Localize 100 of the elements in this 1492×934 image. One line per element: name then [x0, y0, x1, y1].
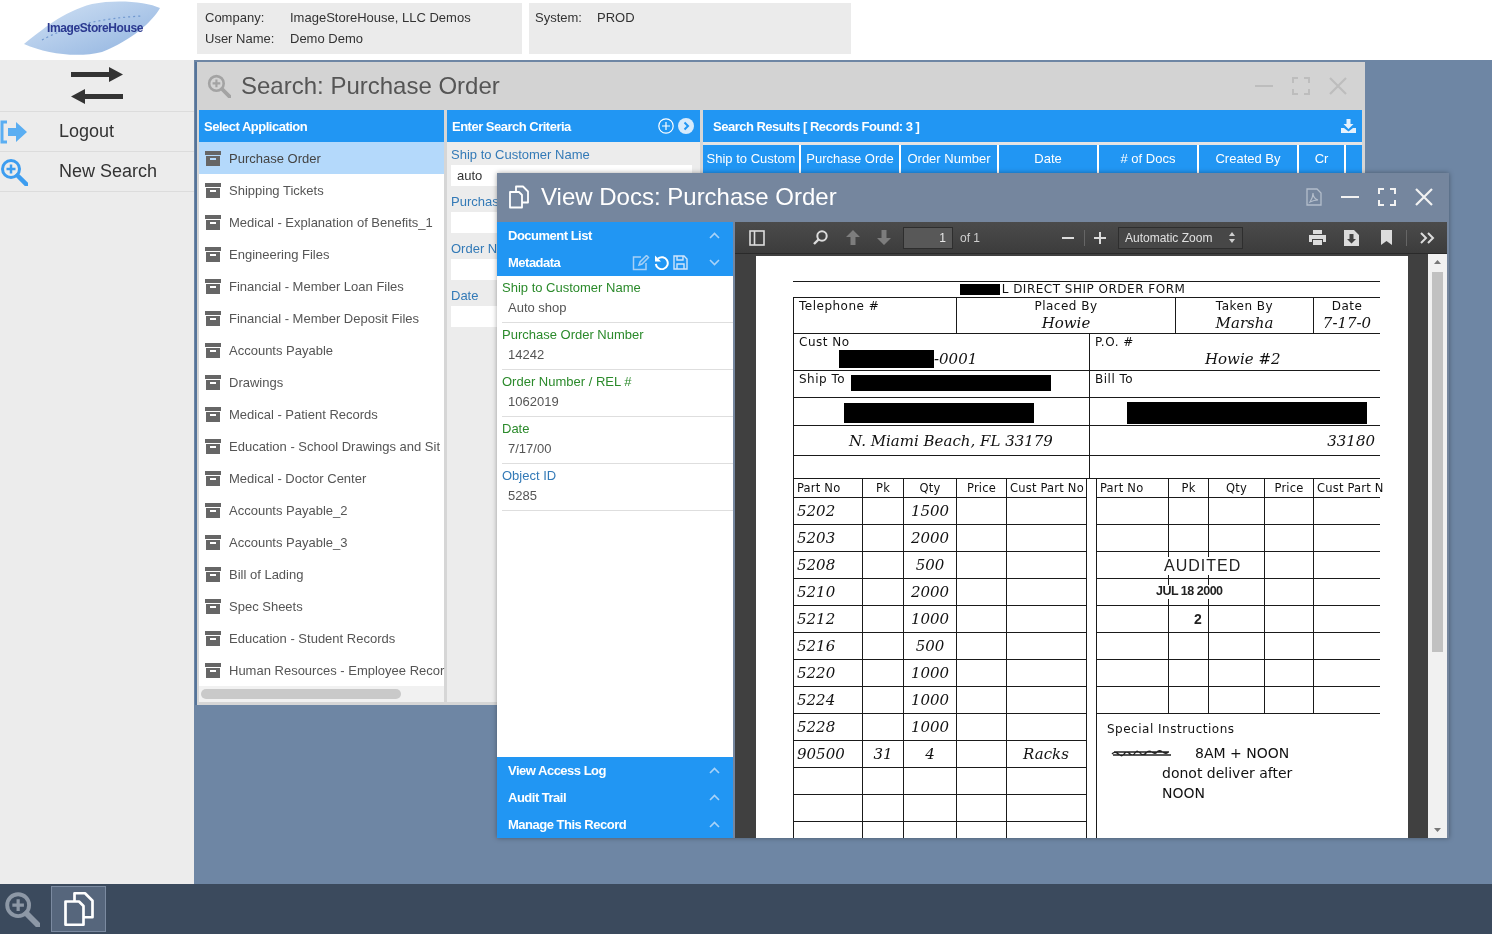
zoom-select[interactable]: Automatic Zoom [1118, 226, 1243, 249]
zoom-in-icon[interactable] [1094, 231, 1106, 244]
chevron-up-icon[interactable] [709, 767, 720, 774]
application-list-item[interactable]: Drawings [199, 366, 444, 398]
info-label: User Name: [205, 31, 275, 46]
application-list-item[interactable]: Education - School Drawings and Sit [199, 430, 444, 462]
application-list-item[interactable]: Accounts Payable_3 [199, 526, 444, 558]
handwritten-entry: 5212 [797, 610, 836, 628]
handwritten-entry: 5208 [797, 556, 836, 574]
sidebar-item[interactable]: Logout [0, 112, 194, 152]
field-value: 5285 [508, 488, 537, 504]
application-list-item[interactable]: Education - Student Records [199, 622, 444, 654]
handwritten-entry: Marsha [1215, 314, 1274, 332]
search-icon[interactable] [813, 230, 828, 245]
archive-box-icon [205, 214, 221, 230]
pdf-file-icon[interactable] [1306, 187, 1322, 206]
archive-box-icon [205, 566, 221, 582]
handwritten-entry: 5210 [797, 583, 836, 601]
scrollbar-thumb[interactable] [201, 689, 401, 699]
handwritten-entry: N. Miami Beach, FL 33179 [849, 431, 1053, 450]
chevron-circle-icon[interactable] [678, 118, 694, 134]
search-plus-icon[interactable] [0, 157, 28, 186]
application-list-item[interactable]: Financial - Member Loan Files [199, 270, 444, 302]
sidebar-toggle-icon[interactable] [749, 229, 765, 246]
column-label: Qty [1226, 481, 1247, 495]
chevron-up-icon[interactable] [709, 232, 720, 239]
edit-icon[interactable] [632, 254, 650, 271]
scrollbar-thumb[interactable] [1432, 272, 1443, 652]
sidebar-item[interactable]: New Search [0, 152, 194, 192]
application-list-item[interactable]: Bill of Lading [199, 558, 444, 590]
archive-box-icon [205, 310, 221, 326]
handwritten-entry: 5228 [797, 718, 836, 736]
application-list-item[interactable]: Medical - Patient Records [199, 398, 444, 430]
archive-box-icon [205, 182, 221, 198]
chevron-up-icon[interactable] [709, 821, 720, 828]
archive-box-icon [205, 534, 221, 550]
search-field[interactable] [451, 306, 497, 327]
swap-arrows-icon[interactable] [71, 67, 123, 104]
form-label: Special Instructions [1107, 722, 1236, 737]
application-list-item[interactable]: Engineering Files [199, 238, 444, 270]
application-list-item[interactable]: Accounts Payable [199, 334, 444, 366]
refresh-icon[interactable] [654, 255, 669, 270]
arrow-up-icon[interactable] [846, 230, 860, 245]
form-label: Placed By [1034, 299, 1098, 314]
form-title: L DIRECT SHIP ORDER FORM [1001, 282, 1186, 297]
panel-title: Search Results [ Records Found: 3 ] [713, 118, 920, 134]
print-icon[interactable] [1309, 230, 1326, 245]
window-title: Search: Purchase Order [241, 72, 501, 100]
handwritten-entry: 5216 [797, 637, 836, 655]
save-icon[interactable] [673, 255, 688, 270]
handwritten-entry: 4 [925, 745, 935, 763]
search-field[interactable] [451, 259, 497, 280]
archive-box-icon [205, 406, 221, 422]
handwritten-entry: Howie [1041, 314, 1091, 332]
chevron-up-icon[interactable] [709, 794, 720, 801]
application-list-item[interactable]: Financial - Member Deposit Files [199, 302, 444, 334]
documents-icon [507, 184, 531, 209]
archive-box-icon [205, 470, 221, 486]
search-field[interactable] [451, 212, 497, 233]
double-chevron-icon[interactable] [1420, 231, 1435, 244]
archive-box-icon [205, 662, 221, 678]
column-label: Cust Part N [1317, 481, 1384, 495]
application-list-item[interactable]: Medical - Doctor Center [199, 462, 444, 494]
zoom-out-icon[interactable] [1062, 236, 1074, 239]
field-label: Ship to Customer Name [502, 279, 641, 296]
field-label: Order Number / REL # [502, 373, 632, 390]
search-plus-icon[interactable] [4, 891, 40, 927]
handwritten-entry: 500 [915, 637, 945, 655]
application-list-item[interactable]: Shipping Tickets [199, 174, 444, 206]
scroll-up-icon[interactable] [1434, 260, 1441, 264]
download-icon[interactable] [1341, 119, 1356, 133]
chevron-down-icon[interactable] [709, 259, 720, 266]
column-label: Cust Part No [1010, 481, 1084, 495]
handwritten-entry: -0001 [934, 350, 978, 368]
application-list-item[interactable]: Medical - Explanation of Benefits_1 [199, 206, 444, 238]
handwritten-entry: Howie #2 [1205, 350, 1281, 368]
save-download-icon[interactable] [1344, 229, 1359, 246]
archive-box-icon [205, 502, 221, 518]
form-label: Cust No [799, 335, 850, 350]
bookmark-icon[interactable] [1381, 230, 1392, 245]
application-list-item[interactable]: Purchase Order [199, 142, 444, 174]
handwritten-entry: 1000 [910, 610, 950, 628]
field-label: Object ID [502, 467, 557, 484]
arrow-down-icon[interactable] [877, 230, 891, 245]
stamp-text: AUDITED [1164, 557, 1242, 575]
archive-box-icon [205, 630, 221, 646]
form-label: Telephone # [799, 299, 880, 314]
logout-icon[interactable] [0, 118, 28, 145]
column-label: Pk [1181, 481, 1196, 495]
column-label: Price [1274, 481, 1304, 495]
application-list-item[interactable]: Human Resources - Employee Recor [199, 654, 444, 686]
scroll-down-icon[interactable] [1434, 828, 1441, 832]
taskbar-button[interactable] [51, 886, 106, 932]
column-label: Part No [797, 481, 841, 495]
form-label: Date [1331, 299, 1363, 314]
page-number-field[interactable]: 1 [903, 226, 953, 249]
handwritten-entry: 2000 [910, 529, 950, 547]
plus-circle-icon[interactable] [658, 118, 674, 134]
application-list-item[interactable]: Accounts Payable_2 [199, 494, 444, 526]
application-list-item[interactable]: Spec Sheets [199, 590, 444, 622]
